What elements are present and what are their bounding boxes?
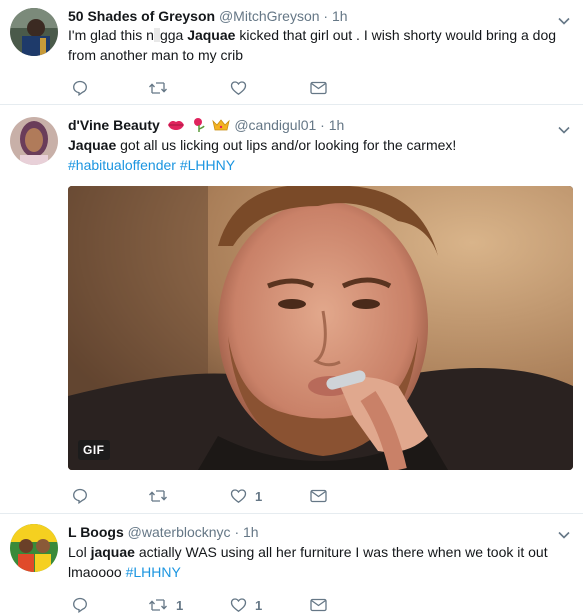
tweet[interactable]: 50 Shades of Greyson @MitchGreyson · 1h … <box>0 0 583 104</box>
gif-frame <box>68 186 573 470</box>
display-name[interactable]: d'Vine Beauty <box>68 117 160 133</box>
text-fragment: gga <box>159 27 188 43</box>
display-name[interactable]: 50 Shades of Greyson <box>68 8 215 24</box>
tweet[interactable]: L Boogs @waterblocknyc · 1h Lol jaquae a… <box>0 514 583 616</box>
envelope-icon <box>310 598 327 612</box>
like-button[interactable]: 1 <box>230 595 262 615</box>
separator-dot: · <box>320 117 325 134</box>
user-handle[interactable]: @MitchGreyson <box>219 8 320 24</box>
user-handle[interactable]: @waterblocknyc <box>128 524 231 540</box>
tweet-actions: 1 <box>68 486 528 506</box>
separator-dot: · <box>323 8 329 24</box>
highlighted-keyword: Jaquae <box>68 137 117 153</box>
tweet-text: I'm glad this n gga Jaquae kicked that gi… <box>68 25 568 65</box>
avatar[interactable] <box>10 117 58 165</box>
reply-button[interactable] <box>72 595 88 615</box>
timestamp[interactable]: 1h <box>243 524 259 540</box>
tweet-actions <box>68 78 528 98</box>
chevron-down-icon[interactable] <box>557 528 571 542</box>
envelope-icon <box>310 489 327 503</box>
hashtag-link[interactable]: #LHHNY <box>126 564 181 580</box>
timestamp[interactable]: 1h <box>329 117 345 133</box>
retweet-icon <box>148 488 168 504</box>
heart-icon <box>230 597 247 613</box>
tweet-header: 50 Shades of Greyson @MitchGreyson · 1h <box>68 8 348 24</box>
like-count: 1 <box>255 488 263 504</box>
text-fragment: I'm glad this n <box>68 27 154 43</box>
like-button[interactable]: 1 <box>230 486 262 506</box>
reply-icon <box>72 597 88 613</box>
timestamp[interactable]: 1h <box>332 8 348 24</box>
message-button[interactable] <box>310 595 327 615</box>
reply-button[interactable] <box>72 486 88 506</box>
retweet-count: 1 <box>176 597 184 613</box>
user-handle[interactable]: @candigul01 <box>234 117 316 133</box>
avatar[interactable] <box>10 8 58 56</box>
tweet-actions: 1 1 <box>68 595 528 615</box>
tweet[interactable]: d'Vine Beauty @candigul01 · 1h Jaquae go… <box>0 105 583 513</box>
separator-dot: · <box>234 524 240 540</box>
highlighted-keyword: Jaquae <box>187 27 236 43</box>
text-fragment: got all us licking out lips and/or looki… <box>116 137 457 153</box>
lips-icon <box>167 118 185 135</box>
crown-icon <box>212 118 231 135</box>
text-fragment: Lol <box>68 544 91 560</box>
hashtag-link[interactable]: #LHHNY <box>180 157 235 173</box>
reply-icon <box>72 488 88 504</box>
hashtag-link[interactable]: #habitualoffender <box>68 157 176 173</box>
heart-icon <box>230 488 247 504</box>
envelope-icon <box>310 81 327 95</box>
rose-icon <box>192 117 206 136</box>
like-button[interactable] <box>230 78 247 98</box>
display-name[interactable]: L Boogs <box>68 524 124 540</box>
retweet-button[interactable] <box>148 486 168 506</box>
retweet-icon <box>148 80 168 96</box>
retweet-button[interactable] <box>148 78 168 98</box>
tweet-header: L Boogs @waterblocknyc · 1h <box>68 524 259 540</box>
gif-media[interactable]: GIF <box>68 186 573 470</box>
retweet-button[interactable]: 1 <box>148 595 183 615</box>
message-button[interactable] <box>310 486 327 506</box>
reply-button[interactable] <box>72 78 88 98</box>
avatar[interactable] <box>10 524 58 572</box>
tweet-text: Jaquae got all us licking out lips and/o… <box>68 135 568 175</box>
gif-badge: GIF <box>78 440 110 460</box>
retweet-icon <box>148 597 168 613</box>
reply-icon <box>72 80 88 96</box>
like-count: 1 <box>255 597 263 613</box>
heart-icon <box>230 80 247 96</box>
tweet-text: Lol jaquae actially WAS using all her fu… <box>68 542 568 582</box>
tweet-header: d'Vine Beauty @candigul01 · 1h <box>68 117 344 136</box>
highlighted-keyword: jaquae <box>90 544 135 560</box>
message-button[interactable] <box>310 78 327 98</box>
